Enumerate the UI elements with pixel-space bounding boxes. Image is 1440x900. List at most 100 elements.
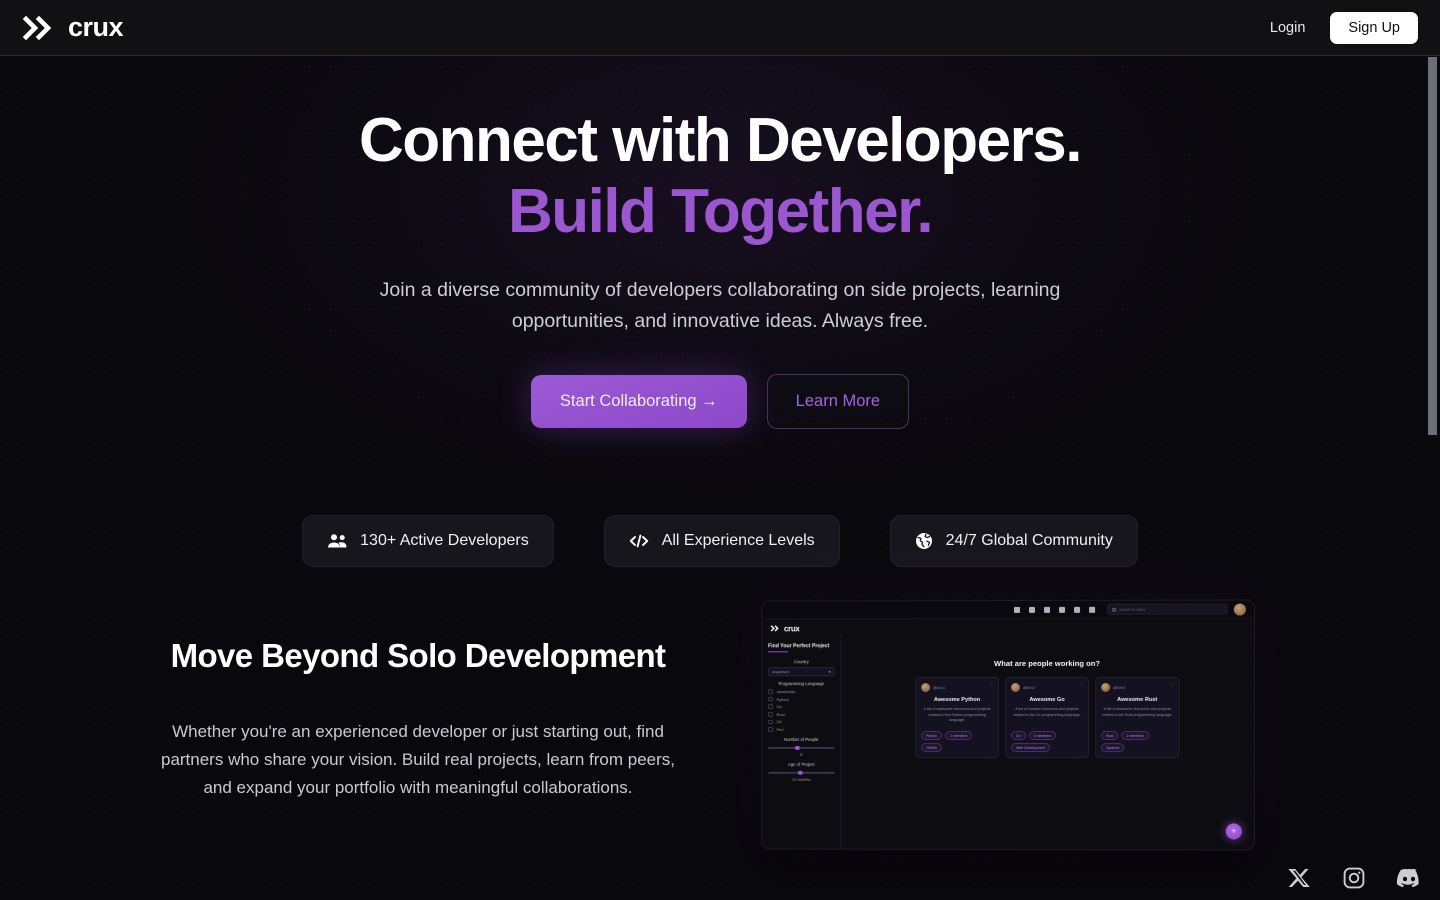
language-name: Python <box>776 696 789 702</box>
avatar <box>1101 682 1111 692</box>
card-username: @Dev1 <box>933 685 946 690</box>
site-header: crux Login Sign Up <box>0 0 1440 56</box>
mockup-filter-sidebar: Find Your Perfect Project Country Anywhe… <box>762 633 842 849</box>
star-icon[interactable]: ☆ <box>1170 683 1173 687</box>
avatar <box>921 683 931 693</box>
hero-section: Connect with Developers. Build Together.… <box>0 56 1440 567</box>
checkbox-icon <box>768 712 773 717</box>
language-name: Rust <box>776 711 785 717</box>
language-checkbox[interactable]: Rust <box>768 712 834 717</box>
card-title: Awesome Python <box>933 697 981 704</box>
mockup-nav-icons <box>1013 606 1096 613</box>
age-value: 12 months <box>792 776 811 782</box>
country-value: Anywhere <box>772 669 790 675</box>
mockup-brand-name: crux <box>783 623 800 633</box>
home-icon[interactable] <box>1013 606 1020 613</box>
language-name: Perl <box>776 726 784 732</box>
card-title: Awesome Rust <box>1117 696 1158 703</box>
stat-experience-levels: All Experience Levels <box>603 514 840 567</box>
project-card-list: ☆ @Dev1 Awesome Python A list of awesome… <box>842 676 1254 759</box>
age-label: Age of Project <box>787 761 815 767</box>
checkbox-icon <box>768 704 773 710</box>
globe-icon <box>915 532 933 550</box>
feature-text-column: Move Beyond Solo Development Whether you… <box>158 600 678 802</box>
checkbox-icon <box>768 727 773 732</box>
slider-knob[interactable] <box>795 745 800 751</box>
login-link[interactable]: Login <box>1262 14 1313 42</box>
slider-knob[interactable] <box>797 770 803 775</box>
mockup-search-input[interactable]: search for users <box>1107 603 1228 615</box>
users-icon <box>327 533 347 549</box>
language-checkbox[interactable]: Perl <box>768 727 834 732</box>
inbox-icon[interactable] <box>1074 606 1081 613</box>
card-header: @Dev1 <box>921 683 993 693</box>
people-label: Number of People <box>784 736 819 742</box>
language-checkbox[interactable]: Go <box>768 704 834 709</box>
checkbox-icon <box>768 689 773 694</box>
language-checkbox[interactable]: JavaScript <box>768 689 834 694</box>
slider-track <box>768 747 835 749</box>
star-icon[interactable] <box>1029 606 1036 613</box>
feature-section: Move Beyond Solo Development Whether you… <box>0 599 1440 851</box>
tag: Web Development <box>1010 743 1050 753</box>
chevron-down-icon: ▾ <box>828 669 831 675</box>
code-icon <box>629 533 649 549</box>
age-slider[interactable] <box>768 770 835 776</box>
learn-more-button[interactable]: Learn More <box>766 373 910 429</box>
start-collaborating-button[interactable]: Start Collaborating → <box>530 374 747 428</box>
mockup-body: Find Your Perfect Project Country Anywhe… <box>762 619 1254 850</box>
project-card[interactable]: ☆ @Dev2 Awesome Go A list of curated res… <box>1005 676 1090 759</box>
discord-icon[interactable] <box>1396 866 1422 890</box>
tag: 3 members <box>1028 731 1057 741</box>
stat-label: 24/7 Global Community <box>945 531 1113 549</box>
project-card[interactable]: ☆ @Dev3 Awesome Rust A list of awesome r… <box>1095 676 1180 759</box>
hero-cta-row: Start Collaborating → Learn More <box>0 373 1440 429</box>
language-checkbox[interactable]: C# <box>768 719 834 724</box>
mockup-topbar: search for users <box>762 600 1254 620</box>
language-checkbox-list: JavaScript Python Go Rust C# Perl <box>768 689 834 732</box>
hero-subtitle: Join a diverse community of developers c… <box>379 279 1061 332</box>
instagram-icon[interactable] <box>1342 866 1366 890</box>
hero-title-line2: Build Together. <box>507 176 934 246</box>
avatar <box>1010 682 1020 692</box>
double-chevron-icon <box>22 15 66 41</box>
scrollbar-thumb[interactable] <box>1428 57 1437 435</box>
stat-global-community: 24/7 Global Community <box>889 514 1138 567</box>
tag: Go <box>1010 731 1026 741</box>
mockup-sidebar-title: Find Your Perfect Project <box>768 643 830 650</box>
app-preview-mockup: search for users crux Find Your Perfect … <box>761 599 1255 851</box>
add-project-fab[interactable]: + <box>1225 823 1242 840</box>
feature-body: Whether you're an experienced developer … <box>160 721 675 798</box>
mockup-brand-logo: crux <box>770 619 800 637</box>
people-slider[interactable] <box>768 745 835 751</box>
project-card[interactable]: ☆ @Dev1 Awesome Python A list of awesome… <box>915 677 1000 759</box>
people-value: 5 <box>800 751 803 757</box>
country-select[interactable]: Anywhere ▾ <box>768 667 835 677</box>
tag: 2 members <box>944 730 973 741</box>
card-description: A list of awesome resources and projects… <box>1102 706 1173 717</box>
x-twitter-icon[interactable] <box>1288 866 1312 890</box>
hero-stats-row: 130+ Active Developers All Experience Le… <box>0 514 1440 567</box>
card-username: @Dev2 <box>1022 685 1036 690</box>
signup-button[interactable]: Sign Up <box>1330 11 1418 44</box>
tag: Python <box>921 730 942 741</box>
language-name: Go <box>776 704 782 710</box>
bell-icon[interactable] <box>1044 606 1051 613</box>
avatar[interactable] <box>1233 602 1246 616</box>
stat-active-developers: 130+ Active Developers <box>302 514 554 567</box>
language-checkbox[interactable]: Python <box>768 697 834 702</box>
card-title: Awesome Go <box>1029 696 1065 703</box>
grid-icon[interactable] <box>1089 606 1096 613</box>
tag: Rust <box>1101 731 1119 741</box>
country-label: Country <box>793 659 809 665</box>
star-icon[interactable]: ☆ <box>1080 683 1083 687</box>
tag: Systems <box>1101 743 1125 753</box>
brand-name: crux <box>68 12 124 42</box>
language-label: Programming Language <box>778 681 825 687</box>
star-icon[interactable]: ☆ <box>990 683 993 687</box>
brand-logo[interactable]: crux <box>22 12 124 42</box>
feature-heading: Move Beyond Solo Development <box>170 637 666 674</box>
page-scrollbar[interactable] <box>1425 56 1440 900</box>
stat-label: 130+ Active Developers <box>360 531 529 549</box>
chat-icon[interactable] <box>1059 606 1066 613</box>
